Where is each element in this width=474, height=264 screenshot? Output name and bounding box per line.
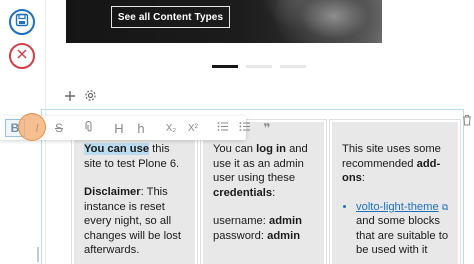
subscript-button[interactable]: X₂ xyxy=(161,117,181,139)
text-cursor xyxy=(37,247,39,262)
block-controls xyxy=(62,88,98,108)
column-2[interactable]: You can log in and use it as an admin us… xyxy=(200,119,327,264)
column-1-text[interactable]: You can use this site to test Plone 6. D… xyxy=(84,142,189,264)
password-label: password: xyxy=(213,229,268,242)
quote-icon: ❞ xyxy=(263,121,271,135)
add-block-button[interactable] xyxy=(62,90,78,106)
hero-image-glow xyxy=(274,0,382,43)
credentials-bold: credentials xyxy=(213,186,273,199)
selected-text: You can use xyxy=(84,143,150,155)
column-1[interactable]: You can use this site to test Plone 6. D… xyxy=(71,119,198,264)
list-item: volto-light-theme ⧉ and some blocks that… xyxy=(356,200,452,258)
block-settings-button[interactable] xyxy=(82,90,98,106)
heading-2-button[interactable]: H xyxy=(109,117,129,139)
column-3[interactable]: This site uses some recommended add-ons:… xyxy=(329,119,461,264)
addon-description: and some blocks that are suitable to be … xyxy=(356,215,449,256)
strikethrough-button[interactable]: S xyxy=(49,117,69,139)
editor-page: See all Content Types You can use this s… xyxy=(0,0,474,264)
username-label: username: xyxy=(213,215,269,227)
login-colon: : xyxy=(272,186,276,199)
hero-image: See all Content Types xyxy=(66,0,382,43)
addons-list: volto-light-theme ⧉ and some blocks that… xyxy=(342,200,452,258)
plus-icon xyxy=(64,89,76,107)
carousel-dot-3[interactable] xyxy=(280,65,306,68)
password-value: admin xyxy=(267,229,301,242)
bulleted-list-icon xyxy=(239,121,251,135)
cancel-button[interactable] xyxy=(9,43,35,69)
login-text-1: You can xyxy=(213,143,257,155)
save-button[interactable] xyxy=(9,9,35,35)
link-button[interactable] xyxy=(79,117,99,139)
save-icon xyxy=(15,13,29,32)
strikethrough-icon: S xyxy=(54,121,63,135)
addons-colon: : xyxy=(361,172,365,184)
external-link-icon: ⧉ xyxy=(441,201,449,212)
username-value: admin xyxy=(268,215,302,227)
heading-3-button[interactable]: h xyxy=(131,117,151,139)
link-icon xyxy=(84,120,95,136)
volto-light-theme-link[interactable]: volto-light-theme xyxy=(356,201,439,213)
gear-icon xyxy=(84,89,97,107)
superscript-button[interactable]: X² xyxy=(183,117,203,139)
disclaimer-label: Disclaimer xyxy=(84,186,141,198)
bulleted-list-button[interactable] xyxy=(235,117,255,139)
carousel-dots xyxy=(212,65,306,68)
see-all-content-types-button[interactable]: See all Content Types xyxy=(111,6,230,28)
trash-icon xyxy=(462,113,472,130)
column-3-text[interactable]: This site uses some recommended add-ons:… xyxy=(342,142,452,258)
click-highlight-marker xyxy=(18,113,46,141)
numbered-list-icon xyxy=(217,121,229,135)
login-bold: log in xyxy=(256,143,286,155)
username-line: username: admin xyxy=(213,214,318,229)
column-2-text[interactable]: You can log in and use it as an admin us… xyxy=(213,142,318,243)
carousel-dot-2[interactable] xyxy=(246,65,272,68)
delete-block-button[interactable] xyxy=(462,113,474,127)
close-icon xyxy=(16,47,28,65)
numbered-list-button[interactable] xyxy=(213,117,233,139)
password-line: password: admin xyxy=(213,229,318,244)
carousel-dot-1[interactable] xyxy=(212,65,238,68)
blockquote-button[interactable]: ❞ xyxy=(257,117,277,139)
